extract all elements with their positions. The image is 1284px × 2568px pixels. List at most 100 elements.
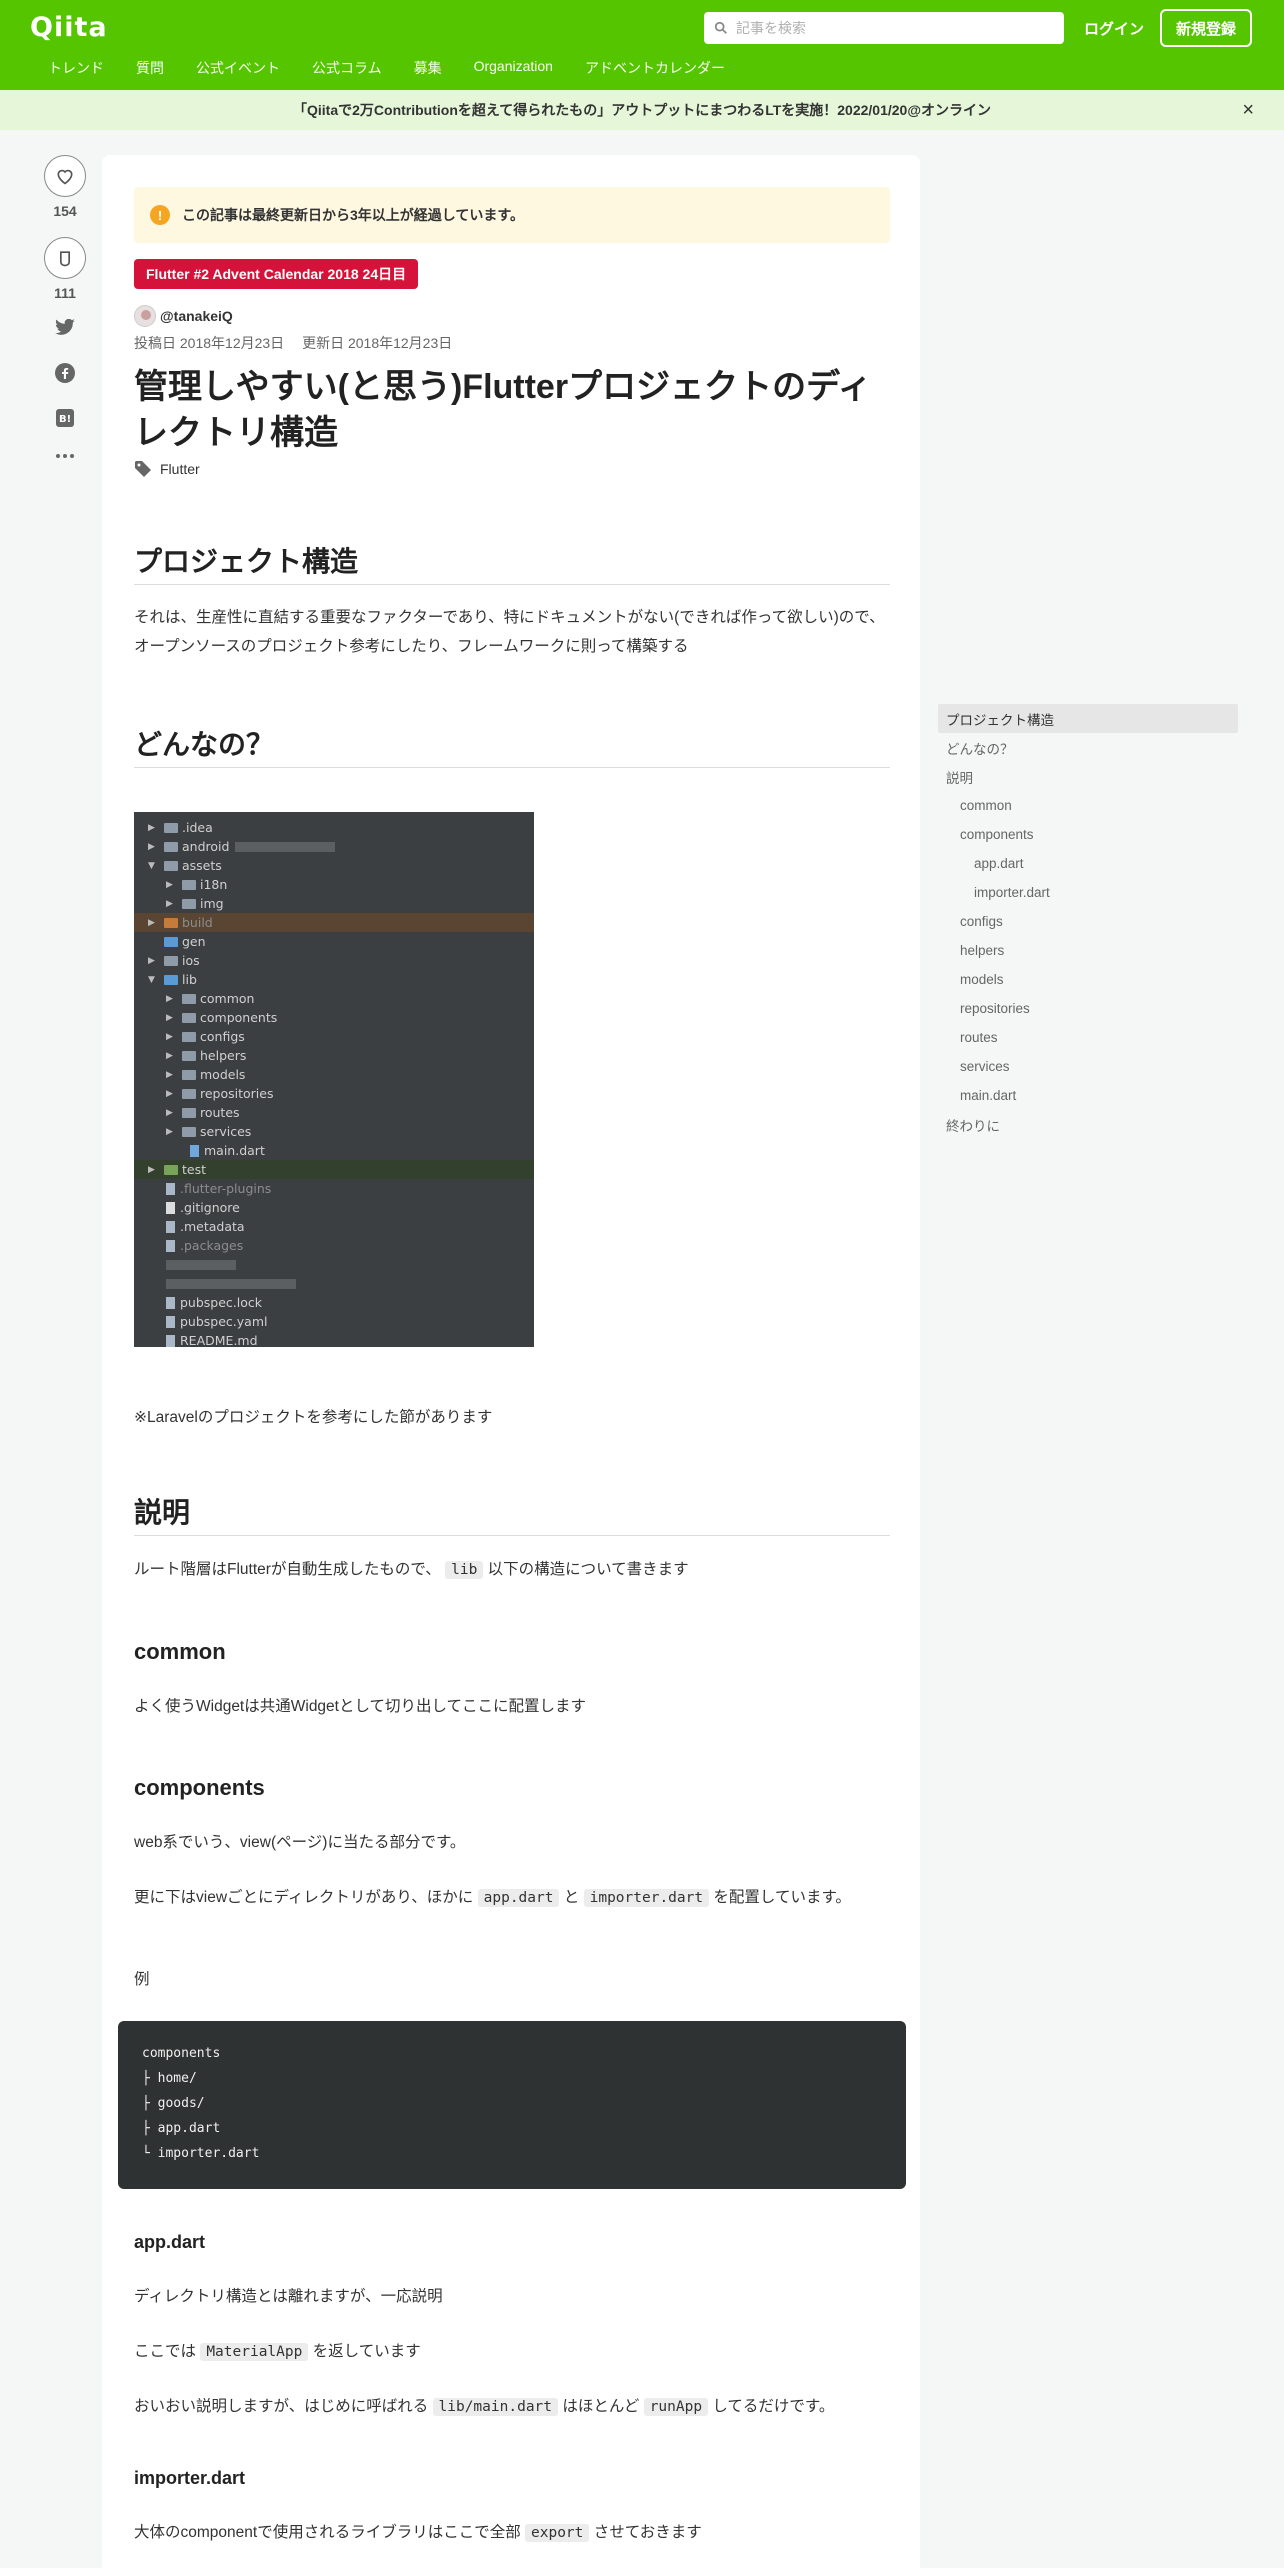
author-name[interactable]: @tanakeiQ xyxy=(160,308,233,324)
toc-item[interactable]: components xyxy=(938,820,1238,849)
toc-item[interactable]: 説明 xyxy=(938,762,1238,791)
tree-label: lib xyxy=(182,972,197,987)
tree-row: README.md xyxy=(134,1331,534,1347)
nav-official-column[interactable]: 公式コラム xyxy=(312,58,382,78)
signup-button[interactable]: 新規登録 xyxy=(1160,9,1252,47)
text: 大体のcomponentで使用されるライブラリはここで全部 xyxy=(134,2524,521,2541)
folder-icon xyxy=(164,955,178,966)
global-header: Qiita ログイン 新規登録 トレンド 質問 公式イベント 公式コラム 募集 … xyxy=(0,0,1284,90)
author[interactable]: @tanakeiQ xyxy=(134,305,233,327)
avatar[interactable] xyxy=(134,305,156,327)
dart-file-icon xyxy=(190,1144,199,1157)
article-dates: 投稿日 2018年12月23日 更新日 2018年12月23日 xyxy=(134,333,466,353)
text: を配置しています。 xyxy=(713,1889,851,1906)
tree-label: pubspec.lock xyxy=(180,1295,263,1310)
inline-code: lib xyxy=(445,1561,484,1579)
file-icon xyxy=(166,1220,175,1233)
tree-row: .packages xyxy=(134,1236,534,1255)
nav-recruit[interactable]: 募集 xyxy=(414,58,442,78)
tree-label: gen xyxy=(182,934,206,949)
text: ルート階層はFlutterが自動生成したもので、 xyxy=(134,1561,441,1578)
code-block[interactable]: components ├ home/ ├ goods/ ├ app.dart └… xyxy=(118,2021,906,2189)
toc-item[interactable]: どんなの？ xyxy=(938,733,1238,762)
file-icon xyxy=(166,1296,175,1309)
tree-label: test xyxy=(182,1162,207,1177)
toc-item[interactable]: services xyxy=(938,1052,1238,1081)
nav-trend[interactable]: トレンド xyxy=(48,58,104,78)
folder-icon xyxy=(164,822,178,833)
tree-label: README.md xyxy=(180,1333,258,1347)
banner-text[interactable]: 「Qiitaで2万Contributionを超えて得られたもの」アウトプットにま… xyxy=(293,100,991,120)
toc-item[interactable]: configs xyxy=(938,907,1238,936)
svg-text:B!: B! xyxy=(59,414,71,425)
inline-code: MaterialApp xyxy=(200,2343,309,2361)
toc-item[interactable]: main.dart xyxy=(938,1081,1238,1110)
hatena-bookmark-icon: B! xyxy=(56,409,74,427)
paragraph-root: ルート階層はFlutterが自動生成したもので、 lib 以下の構造について書き… xyxy=(134,1555,890,1585)
global-nav: トレンド 質問 公式イベント 公式コラム 募集 Organization アドベ… xyxy=(48,58,757,78)
stock-icon xyxy=(60,251,70,267)
toc-item[interactable]: プロジェクト構造 xyxy=(938,704,1238,733)
blurred-item xyxy=(166,1278,296,1289)
facebook-share[interactable] xyxy=(42,363,88,383)
tree-row: ▶ routes xyxy=(166,1105,240,1120)
tree-row: .gitignore xyxy=(134,1198,534,1217)
tree-label: i18n xyxy=(200,877,228,892)
tree-row: ▶ .idea xyxy=(148,820,213,835)
like-button[interactable] xyxy=(44,155,86,197)
search-input[interactable] xyxy=(736,20,1036,36)
file-icon xyxy=(166,1182,175,1195)
advent-calendar-badge[interactable]: Flutter #2 Advent Calendar 2018 24日目 xyxy=(134,259,419,289)
stock-button[interactable] xyxy=(44,237,86,279)
tag-flutter[interactable]: Flutter xyxy=(160,461,200,477)
tag-list: Flutter xyxy=(134,460,200,478)
tree-row: ▶ ios xyxy=(148,953,200,968)
tree-row: ▶ android xyxy=(134,837,534,856)
tree-label: models xyxy=(200,1067,246,1082)
hatena-share[interactable]: B! xyxy=(42,409,88,427)
tree-label: android xyxy=(182,839,230,854)
announcement-banner[interactable]: 「Qiitaで2万Contributionを超えて得られたもの」アウトプットにま… xyxy=(0,90,1284,130)
qiita-logo[interactable]: Qiita xyxy=(30,12,108,43)
folder-icon xyxy=(164,860,178,871)
nav-question[interactable]: 質問 xyxy=(136,58,164,78)
text: おいおい説明しますが、はじめに呼ばれる xyxy=(134,2398,429,2415)
folder-icon xyxy=(164,974,178,985)
tree-row: ▶ common xyxy=(166,991,255,1006)
table-of-contents: プロジェクト構造 どんなの？ 説明 common components app.… xyxy=(938,704,1238,1139)
text: してるだけです。 xyxy=(712,2398,835,2415)
tree-row xyxy=(134,1255,534,1274)
search-box[interactable] xyxy=(704,12,1064,44)
nav-official-event[interactable]: 公式イベント xyxy=(196,58,280,78)
facebook-icon xyxy=(55,363,75,383)
nav-organization[interactable]: Organization xyxy=(474,58,553,78)
paragraph-app-1: ディレクトリ構造とは離れますが、一応説明 xyxy=(134,2288,443,2305)
toc-item[interactable]: models xyxy=(938,965,1238,994)
login-link[interactable]: ログイン xyxy=(1084,18,1144,39)
toc-item[interactable]: routes xyxy=(938,1023,1238,1052)
folder-icon xyxy=(164,917,178,928)
toc-item[interactable]: app.dart xyxy=(938,849,1238,878)
file-icon xyxy=(166,1334,175,1347)
paragraph-laravel-note: ※Laravelのプロジェクトを参考にした節があります xyxy=(134,1409,493,1426)
text: させておきます xyxy=(593,2524,702,2541)
heading-donna: どんなの？ xyxy=(134,723,890,768)
toc-item[interactable]: importer.dart xyxy=(938,878,1238,907)
more-menu[interactable] xyxy=(42,453,88,459)
paragraph-common: よく使うWidgetは共通Widgetとして切り出してここに配置します xyxy=(134,1698,587,1715)
tree-label: assets xyxy=(182,858,222,873)
toc-item[interactable]: 終わりに xyxy=(938,1110,1238,1139)
nav-advent-calendar[interactable]: アドベントカレンダー xyxy=(585,58,725,78)
tree-row: ▶ configs xyxy=(166,1029,245,1044)
folder-icon xyxy=(182,993,196,1004)
folder-icon xyxy=(164,841,178,852)
tree-label: ios xyxy=(182,953,200,968)
folder-icon xyxy=(182,1012,196,1023)
close-icon[interactable]: × xyxy=(1242,99,1254,122)
tree-row: .flutter-plugins xyxy=(134,1179,534,1198)
toc-item[interactable]: common xyxy=(938,791,1238,820)
toc-item[interactable]: helpers xyxy=(938,936,1238,965)
article-body: ! この記事は最終更新日から3年以上が経過しています。 Flutter #2 A… xyxy=(102,155,920,2568)
twitter-share[interactable] xyxy=(42,319,88,337)
toc-item[interactable]: repositories xyxy=(938,994,1238,1023)
